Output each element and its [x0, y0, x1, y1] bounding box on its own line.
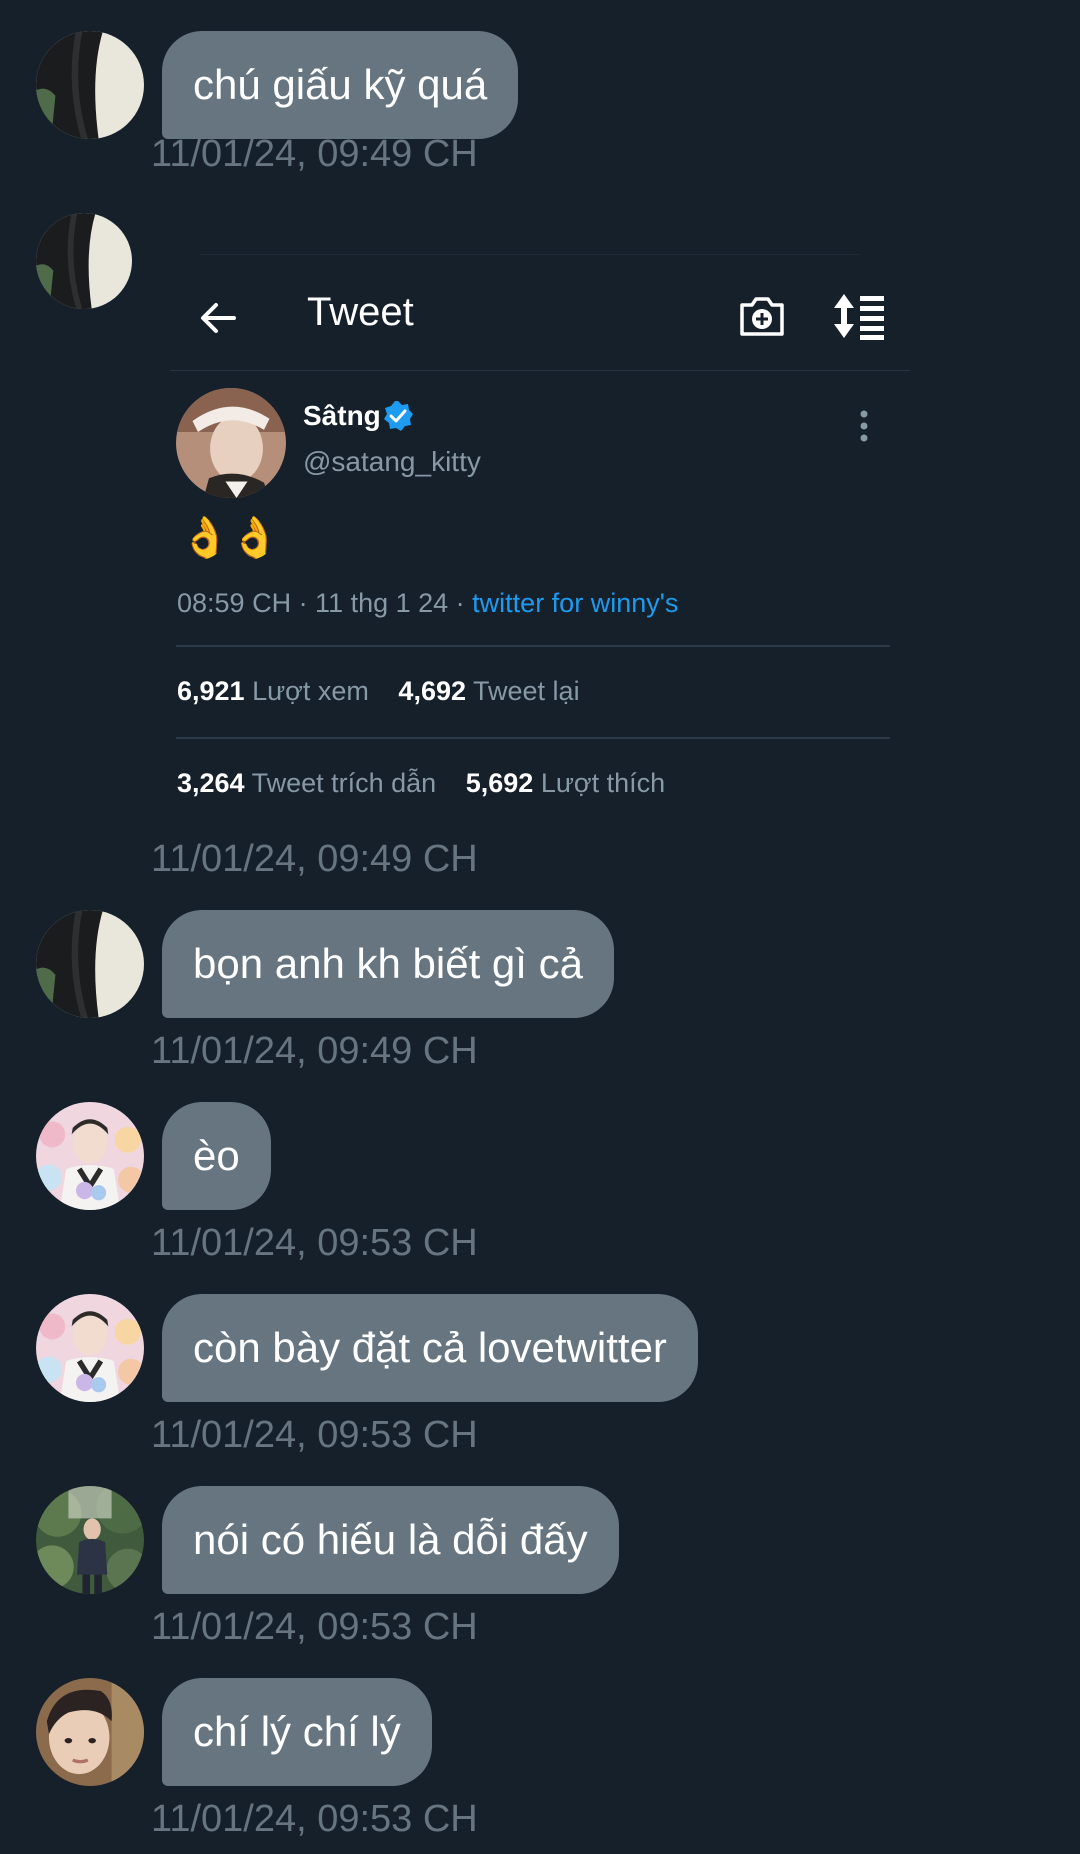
- avatar-dark-photo: [36, 213, 132, 309]
- message-timestamp: 11/01/24, 09:53 CH: [151, 1414, 478, 1456]
- divider: [176, 645, 890, 647]
- more-options-icon[interactable]: [858, 408, 870, 444]
- message-bubble[interactable]: chí lý chí lý: [162, 1678, 432, 1786]
- verified-badge-icon: [384, 401, 413, 431]
- camera-add-icon[interactable]: [736, 290, 788, 342]
- message-bubble[interactable]: còn bày đặt cả lovetwitter: [162, 1294, 698, 1402]
- tweet-source-link[interactable]: twitter for winny's: [472, 588, 678, 618]
- message-timestamp: 11/01/24, 09:53 CH: [151, 1798, 478, 1840]
- sender-avatar[interactable]: [36, 1102, 144, 1210]
- divider: [170, 370, 910, 371]
- quotes-count[interactable]: 3,264: [177, 768, 245, 798]
- sender-avatar[interactable]: [36, 1486, 144, 1594]
- message-bubble[interactable]: bọn anh kh biết gì cả: [162, 910, 614, 1018]
- views-label: Lượt xem: [252, 676, 369, 706]
- sender-avatar[interactable]: [36, 910, 144, 1018]
- message-timestamp: 11/01/24, 09:49 CH: [151, 1030, 478, 1072]
- message-timestamp: 11/01/24, 09:53 CH: [151, 1222, 478, 1264]
- tweet-stats-row-1: 6,921 Lượt xem 4,692 Tweet lại: [177, 676, 580, 707]
- message-bubble[interactable]: èo: [162, 1102, 271, 1210]
- likes-count[interactable]: 5,692: [466, 768, 534, 798]
- tweet-time-date: 08:59 CH · 11 thg 1 24 ·: [177, 588, 473, 618]
- author-photo: [176, 388, 286, 498]
- tweet-author-avatar[interactable]: [176, 388, 286, 498]
- divider: [176, 737, 890, 739]
- avatar-dark-photo: [36, 910, 144, 1018]
- retweets-count[interactable]: 4,692: [398, 676, 466, 706]
- message-timestamp: 11/01/24, 09:49 CH: [151, 838, 478, 880]
- views-count: 6,921: [177, 676, 245, 706]
- avatar-dark-photo: [36, 31, 144, 139]
- quotes-label[interactable]: Tweet trích dẫn: [252, 768, 437, 798]
- tweet-author-handle[interactable]: @satang_kitty: [303, 446, 481, 478]
- avatar-forest-photo: [36, 1486, 144, 1594]
- sender-avatar[interactable]: [36, 31, 144, 139]
- sender-avatar[interactable]: [36, 1294, 144, 1402]
- sender-avatar[interactable]: [36, 213, 132, 309]
- message-timestamp: 11/01/24, 09:53 CH: [151, 1606, 478, 1648]
- message-bubble[interactable]: nói có hiếu là dỗi đấy: [162, 1486, 619, 1594]
- avatar-selfie-photo: [36, 1678, 144, 1786]
- avatar-plushies-photo: [36, 1294, 144, 1402]
- avatar-plushies-photo: [36, 1102, 144, 1210]
- message-timestamp: 11/01/24, 09:49 CH: [151, 133, 478, 175]
- back-arrow-icon[interactable]: [194, 294, 242, 342]
- tweet-author-name[interactable]: Sâtng: [303, 400, 381, 432]
- tweet-meta: 08:59 CH · 11 thg 1 24 · twitter for win…: [177, 588, 678, 619]
- message-bubble[interactable]: chú giấu kỹ quá: [162, 31, 519, 139]
- likes-label[interactable]: Lượt thích: [541, 768, 665, 798]
- tweet-content: 👌👌: [180, 516, 280, 560]
- tweet-header-title: Tweet: [307, 290, 414, 334]
- sort-icon[interactable]: [832, 290, 888, 342]
- tweet-stats-row-2: 3,264 Tweet trích dẫn 5,692 Lượt thích: [177, 768, 665, 799]
- shared-tweet-card[interactable]: Tweet Sâtng @satang_kitty �: [160, 248, 912, 816]
- divider: [200, 254, 860, 255]
- retweets-label[interactable]: Tweet lại: [473, 676, 580, 706]
- sender-avatar[interactable]: [36, 1678, 144, 1786]
